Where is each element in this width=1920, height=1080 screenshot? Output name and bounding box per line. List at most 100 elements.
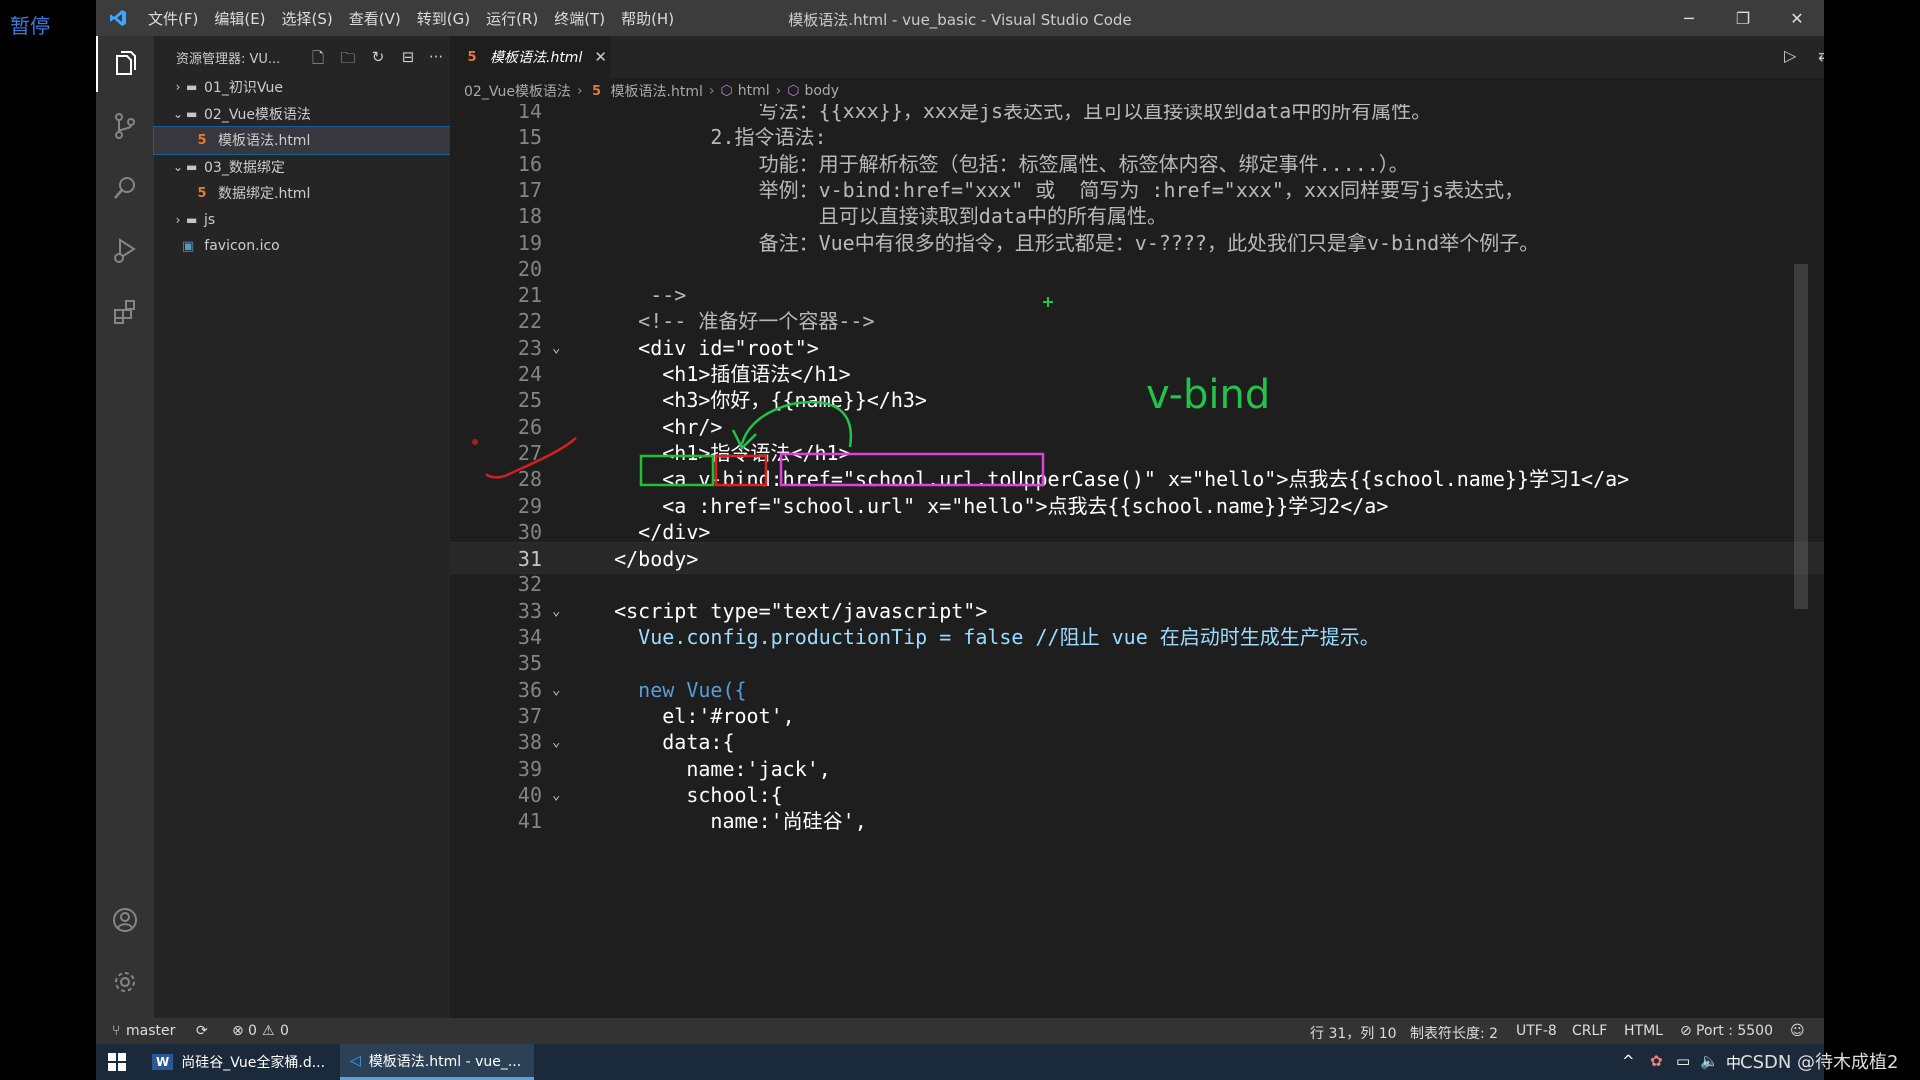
- html-file-icon: 5: [467, 50, 477, 65]
- tree-folder[interactable]: ⌄ ▬ 03_数据绑定: [154, 154, 450, 181]
- breadcrumb-html[interactable]: html: [738, 83, 770, 99]
- feedback-icon[interactable]: ☺: [1790, 1023, 1805, 1039]
- line-number: 41: [517, 809, 542, 834]
- vscode-taskbar-icon: ◁: [350, 1052, 361, 1069]
- tree-file[interactable]: 5 数据绑定.html: [154, 180, 450, 207]
- branch-name[interactable]: master: [126, 1023, 175, 1039]
- error-count[interactable]: 0: [248, 1023, 257, 1039]
- code-editor[interactable]: 14 写法：{{xxx}}，xxx是js表达式，且可以直接读取到data中的所有…: [450, 104, 1824, 1018]
- tree-item-label: 数据绑定.html: [218, 186, 311, 203]
- menu-item[interactable]: 运行(R): [478, 8, 546, 29]
- element-icon: ⬡: [787, 83, 800, 99]
- breadcrumb: 02_Vue模板语法 › 5 模板语法.html › ⬡ html › ⬡ bo…: [450, 78, 1824, 104]
- taskbar-item-label: 尚硅谷_Vue全家桶.d...: [181, 1055, 326, 1071]
- warning-icon[interactable]: ⚠: [262, 1023, 275, 1039]
- tree-folder[interactable]: › ▬ js: [154, 207, 450, 234]
- search-icon[interactable]: [96, 160, 154, 216]
- tab-template-syntax[interactable]: 5 模板语法.html ✕: [450, 36, 610, 78]
- breadcrumb-folder[interactable]: 02_Vue模板语法: [464, 81, 571, 101]
- windows-taskbar: W 尚硅谷_Vue全家桶.d... ◁ 模板语法.html - vue_... …: [96, 1044, 1824, 1080]
- chevron-right-icon: ›: [576, 83, 583, 99]
- sync-icon[interactable]: ⟳: [196, 1023, 208, 1039]
- source-control-icon[interactable]: [96, 98, 154, 154]
- tray-app-icon[interactable]: ✿: [1650, 1052, 1663, 1070]
- line-ending[interactable]: CRLF: [1572, 1023, 1607, 1039]
- tray-chevron-up-icon[interactable]: ^: [1622, 1052, 1635, 1070]
- pause-label: 暂停: [10, 14, 50, 38]
- extensions-icon[interactable]: [96, 284, 154, 340]
- taskbar-item-label: 模板语法.html - vue_...: [368, 1053, 522, 1070]
- status-bar: ⑂ master ⟳ ⊗ 0 ⚠ 0 行 31，列 10 制表符长度: 2 UT…: [96, 1018, 1824, 1044]
- menu-item[interactable]: 查看(V): [341, 8, 409, 29]
- new-folder-icon[interactable]: 🗀: [338, 48, 358, 68]
- folder-icon: ▬: [186, 159, 198, 174]
- explorer-sidebar: 资源管理器: VU... 🗋 🗀 ↻ ⊟ ··· › ▬ 01_初识Vue ⌄ ▬ 02_…: [153, 36, 451, 1018]
- menu-item[interactable]: 选择(S): [274, 8, 341, 29]
- menu-item[interactable]: 文件(F): [140, 8, 206, 29]
- tree-item-label: js: [204, 211, 216, 228]
- chevron-right-icon: ›: [775, 83, 782, 99]
- language-mode[interactable]: HTML: [1624, 1023, 1663, 1039]
- code-line[interactable]: 41 name:'尚硅谷',: [450, 805, 1824, 837]
- settings-gear-icon[interactable]: [96, 954, 154, 1010]
- breadcrumb-body[interactable]: body: [804, 83, 839, 99]
- volume-icon[interactable]: 🔈: [1700, 1052, 1719, 1070]
- tree-item-label: 01_初识Vue: [204, 80, 283, 97]
- chevron-right-icon: ›: [175, 212, 181, 227]
- collapse-all-icon[interactable]: ⊟: [398, 48, 418, 68]
- chevron-right-icon: ›: [175, 80, 181, 95]
- breadcrumb-file[interactable]: 模板语法.html: [611, 81, 703, 101]
- warning-count[interactable]: 0: [280, 1023, 289, 1039]
- branch-icon[interactable]: ⑂: [112, 1023, 120, 1039]
- port-icon[interactable]: ⊘: [1680, 1023, 1692, 1039]
- windows-start-icon[interactable]: [96, 1044, 138, 1080]
- encoding[interactable]: UTF-8: [1516, 1023, 1557, 1039]
- ime-indicator[interactable]: 中: [1726, 1052, 1741, 1073]
- folder-icon: ▬: [186, 106, 198, 121]
- tree-item-label: 02_Vue模板语法: [204, 106, 311, 123]
- annotation-text: v-bind: [1146, 372, 1271, 418]
- cursor-position[interactable]: 行 31，列 10: [1310, 1023, 1397, 1043]
- explorer-icon[interactable]: [96, 36, 154, 92]
- new-file-icon[interactable]: 🗋: [308, 48, 328, 68]
- close-tab-icon[interactable]: ✕: [594, 48, 607, 66]
- title-bar: 文件(F) 编辑(E) 选择(S) 查看(V) 转到(G) 运行(R) 终端(T) 帮助(H)…: [96, 0, 1824, 36]
- vscode-logo-icon: [96, 0, 140, 36]
- editor-scrollbar[interactable]: [1794, 264, 1808, 609]
- error-icon[interactable]: ⊗: [232, 1023, 244, 1039]
- restore-button[interactable]: ❐: [1716, 0, 1770, 36]
- tree-item-label: 模板语法.html: [218, 133, 311, 150]
- run-icon[interactable]: ▷: [1784, 46, 1796, 65]
- chevron-right-icon: ›: [708, 83, 715, 99]
- run-debug-icon[interactable]: [96, 222, 154, 278]
- account-icon[interactable]: [96, 892, 154, 948]
- tree-folder[interactable]: ⌄ ▬ 02_Vue模板语法: [154, 101, 450, 128]
- tab-label: 模板语法.html: [490, 50, 583, 66]
- menu-item[interactable]: 转到(G): [409, 8, 478, 29]
- html-file-icon: 5: [197, 186, 207, 202]
- more-actions-icon[interactable]: ···: [426, 48, 446, 68]
- menu-item[interactable]: 编辑(E): [206, 8, 273, 29]
- tree-folder[interactable]: › ▬ 01_初识Vue: [154, 74, 450, 101]
- tab-size[interactable]: 制表符长度: 2: [1410, 1023, 1498, 1043]
- file-tree: › ▬ 01_初识Vue ⌄ ▬ 02_Vue模板语法 5 模板语法.html ⌄ ▬ 03_数据绑…: [153, 74, 451, 260]
- live-server-port[interactable]: Port : 5500: [1696, 1023, 1773, 1039]
- tree-file[interactable]: 5 模板语法.html: [153, 126, 451, 155]
- taskbar-word-doc[interactable]: W 尚硅谷_Vue全家桶.d...: [142, 1044, 336, 1080]
- explorer-title: 资源管理器: VU...: [176, 51, 281, 67]
- network-icon[interactable]: ▭: [1676, 1052, 1690, 1070]
- compare-changes-icon[interactable]: ⇄: [1818, 46, 1824, 65]
- image-file-icon: ▣: [182, 238, 195, 254]
- close-window-button[interactable]: ✕: [1770, 0, 1824, 36]
- html-file-icon: 5: [592, 84, 602, 99]
- refresh-icon[interactable]: ↻: [368, 48, 388, 68]
- chevron-down-icon: ⌄: [172, 159, 184, 174]
- menu-item[interactable]: 帮助(H): [613, 8, 682, 29]
- watermark: CSDN @待木成植2: [1740, 1052, 1899, 1073]
- taskbar-vscode[interactable]: ◁ 模板语法.html - vue_...: [340, 1044, 534, 1080]
- word-icon: W: [152, 1054, 174, 1070]
- minimize-button[interactable]: ─: [1662, 0, 1716, 36]
- tree-file[interactable]: ▣ favicon.ico: [154, 233, 450, 260]
- vscode-window: 文件(F) 编辑(E) 选择(S) 查看(V) 转到(G) 运行(R) 终端(T) 帮助(H)…: [96, 0, 1824, 1080]
- menu-item[interactable]: 终端(T): [546, 8, 613, 29]
